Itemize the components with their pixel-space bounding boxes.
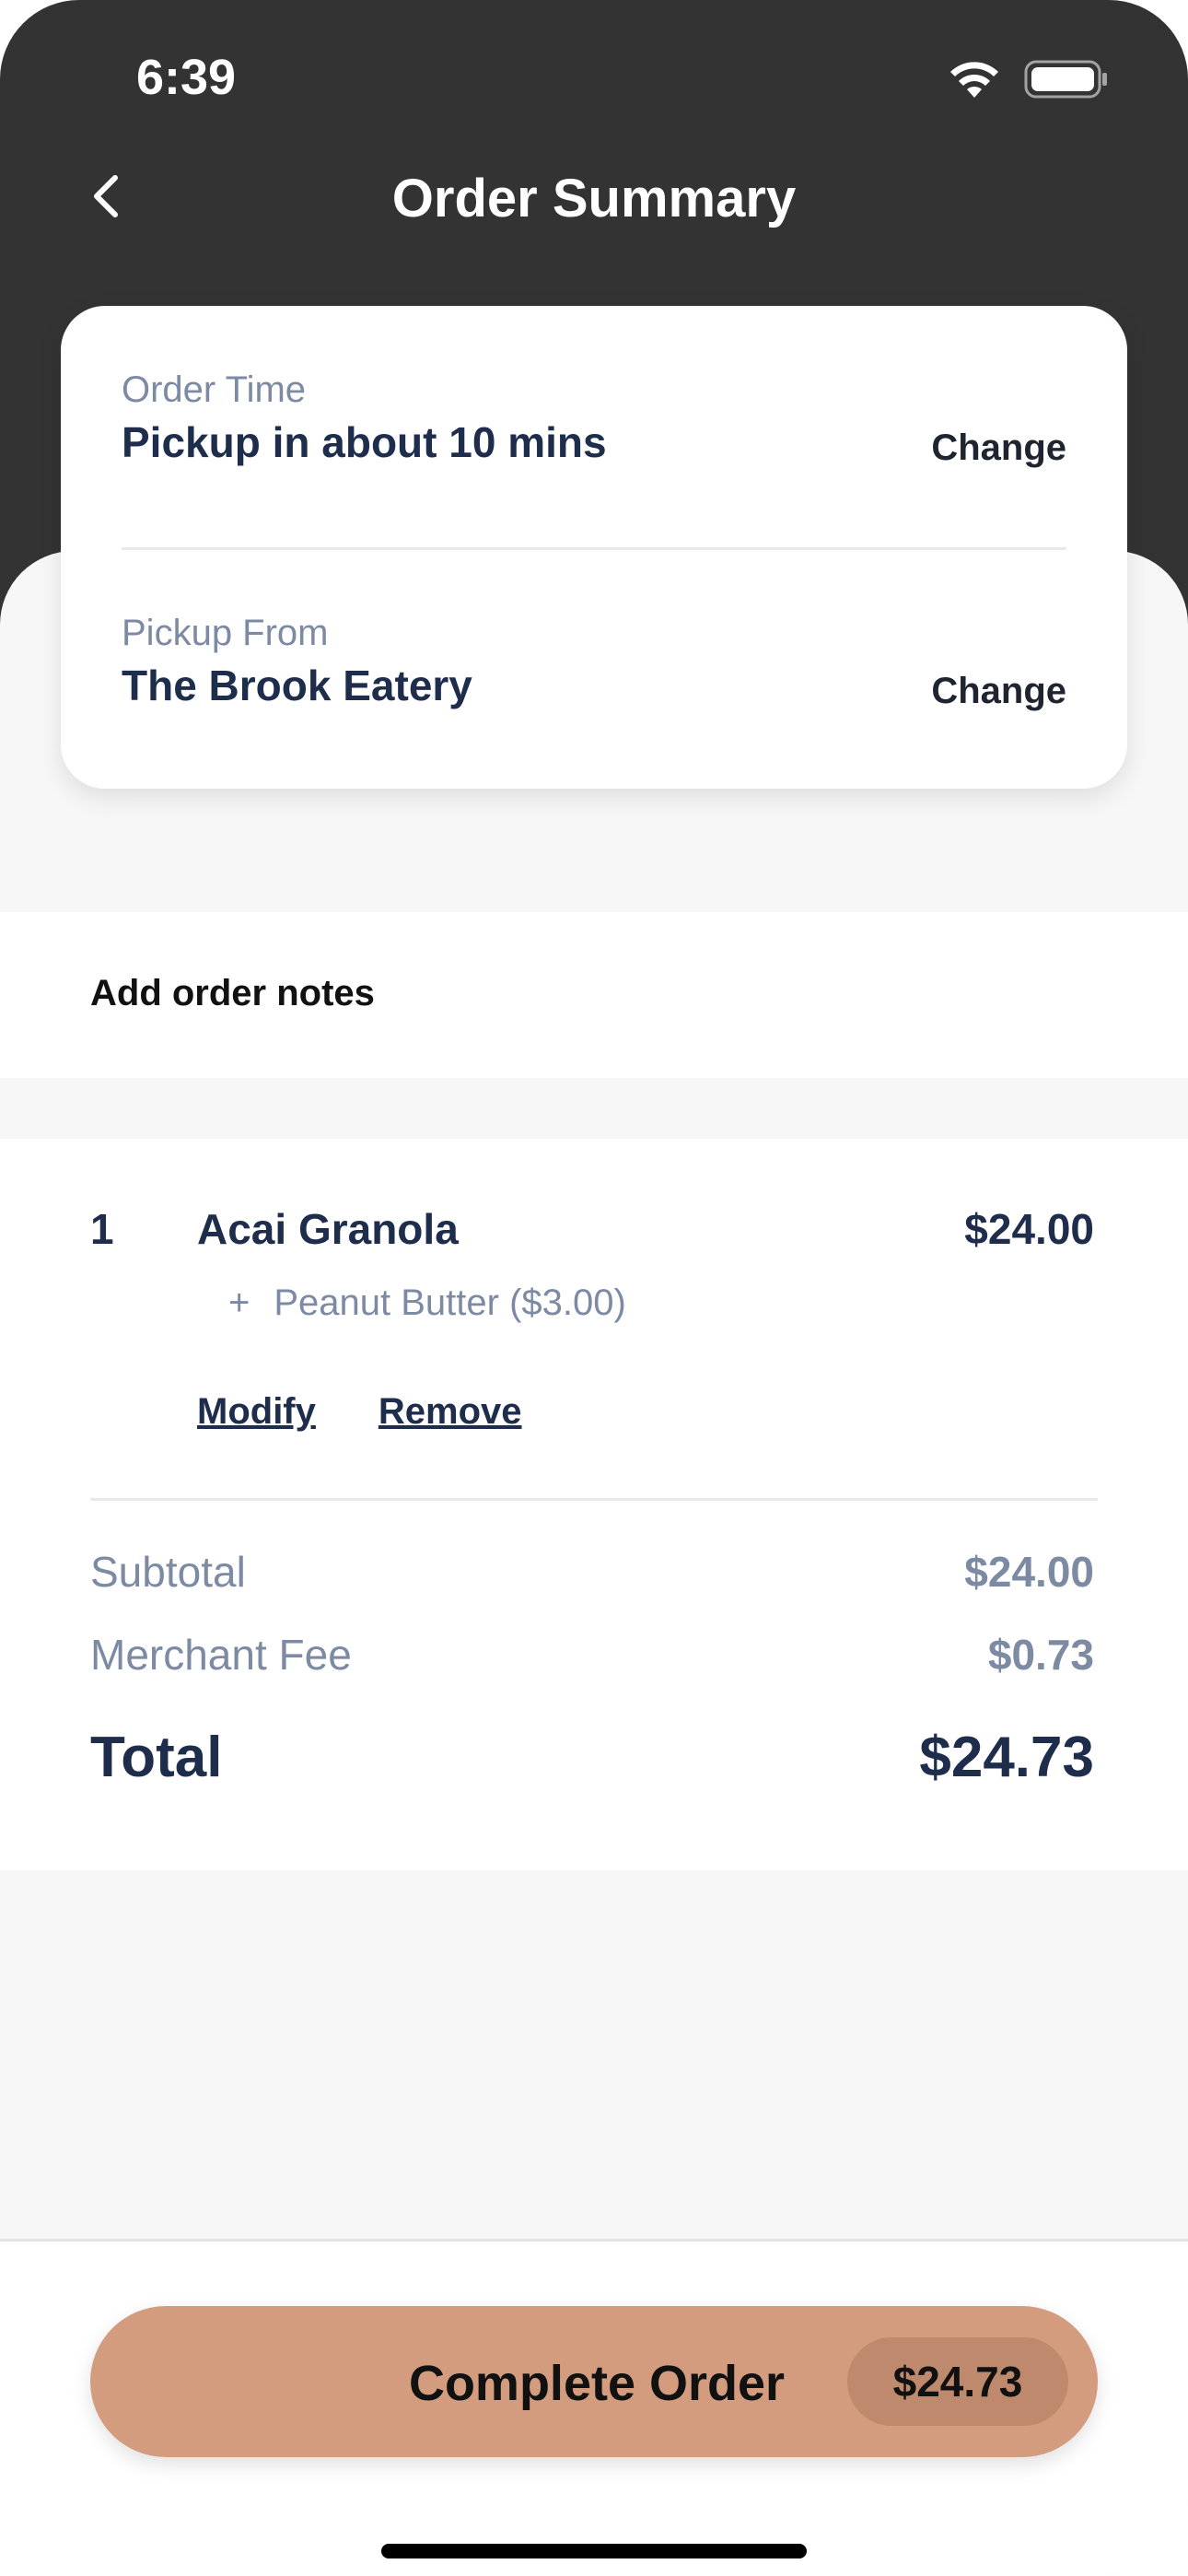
status-icons (949, 53, 1114, 105)
status-time: 6:39 (136, 50, 237, 105)
battery-icon (1024, 59, 1109, 100)
complete-order-button[interactable]: Complete Order $24.73 (90, 2306, 1098, 2457)
subtotal-value: $24.00 (964, 1548, 1094, 1596)
chevron-left-icon (89, 172, 121, 225)
page-title: Order Summary (391, 169, 797, 228)
order-time-row: Order Time Pickup in about 10 mins Chang… (122, 367, 1066, 496)
order-details-card: Order Time Pickup in about 10 mins Chang… (61, 306, 1127, 789)
change-pickup-button[interactable]: Change (931, 667, 1066, 715)
card-divider (122, 547, 1066, 550)
modifier-text: Peanut Butter ($3.00) (274, 1282, 626, 1323)
order-time-label: Order Time (122, 369, 307, 410)
item-modifier: + Peanut Butter ($3.00) (228, 1279, 626, 1327)
complete-order-label: Complete Order (408, 2356, 786, 2411)
home-indicator (381, 2544, 807, 2558)
change-order-time-button[interactable]: Change (931, 424, 1066, 472)
subtotal-label: Subtotal (90, 1548, 246, 1596)
order-time-value: Pickup in about 10 mins (122, 418, 607, 466)
item-quantity: 1 (90, 1205, 114, 1253)
merchant-fee-value: $0.73 (987, 1631, 1094, 1679)
total-label: Total (90, 1726, 223, 1789)
pickup-row: Pickup From The Brook Eatery Change (122, 610, 1066, 739)
total-value: $24.73 (919, 1726, 1094, 1789)
add-order-notes-row[interactable]: Add order notes (0, 912, 1188, 1078)
remove-item-button[interactable]: Remove (379, 1388, 522, 1435)
order-price-badge: $24.73 (847, 2337, 1068, 2426)
wifi-icon (949, 59, 1000, 100)
item-name: Acai Granola (197, 1205, 459, 1253)
pickup-location-value: The Brook Eatery (122, 662, 472, 709)
back-button[interactable] (77, 166, 133, 230)
modify-item-button[interactable]: Modify (197, 1388, 316, 1435)
merchant-fee-label: Merchant Fee (90, 1631, 352, 1679)
add-order-notes-label: Add order notes (90, 973, 375, 1013)
modifier-plus: + (228, 1282, 250, 1323)
item-price: $24.00 (964, 1205, 1094, 1253)
item-actions: Modify Remove (197, 1388, 522, 1435)
app-screen: 6:39 Order Summary Order Time Pickup in … (0, 0, 1188, 2576)
bottom-bar: Complete Order $24.73 (0, 2239, 1188, 2576)
order-items-section: 1 Acai Granola $24.00 + Peanut Butter ($3… (0, 1139, 1188, 1870)
pickup-label: Pickup From (122, 613, 329, 653)
items-divider (90, 1498, 1098, 1501)
order-price-badge-text: $24.73 (892, 2358, 1023, 2406)
